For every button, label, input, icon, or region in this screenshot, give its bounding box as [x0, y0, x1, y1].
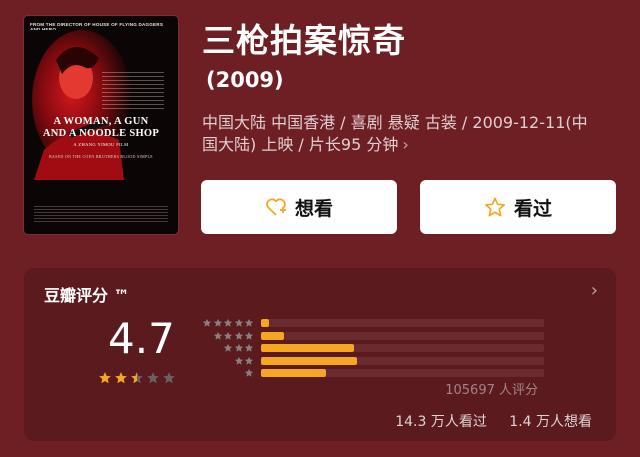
distribution-star-icon — [244, 331, 254, 340]
score-star-icon — [147, 372, 159, 384]
rating-score: 4.7 — [108, 314, 175, 363]
distribution-star-icon — [213, 319, 222, 327]
score-star-icon — [163, 372, 175, 384]
movie-meta-line1: 中国大陆 中国香港 / 喜剧 悬疑 古装 / 2009-12-11(中 — [202, 113, 588, 132]
heart-plus-icon — [266, 198, 286, 216]
poster-quote-block — [102, 72, 164, 112]
douban-rating-card[interactable]: 豆瓣评分 ™ › 4.7 105697 人评分 14.3 万人看过 1.4 万人… — [24, 268, 616, 441]
want-count: 1.4 万人想看 — [509, 414, 592, 430]
movie-title: 三枪拍案惊奇 — [202, 21, 406, 60]
distribution-row-4-star — [198, 330, 544, 343]
poster-tagline: A ZHANG YIMOU FILM — [73, 142, 129, 147]
distribution-stars — [198, 343, 254, 353]
distribution-row-2-star — [198, 355, 544, 368]
poster-title-line2: AND A NOODLE SHOP — [42, 128, 160, 139]
distribution-track — [261, 356, 544, 365]
meta-chevron-icon: › — [402, 135, 409, 154]
distribution-row-5-star — [198, 317, 544, 330]
score-star-icon — [115, 372, 127, 384]
distribution-stars — [198, 368, 254, 378]
score-stars — [98, 371, 176, 385]
distribution-bar — [261, 319, 270, 328]
star-outline-icon — [485, 197, 505, 216]
movie-meta-line2: 国大陆) 上映 / 片长95 分钟 — [202, 135, 399, 154]
distribution-stars — [198, 331, 254, 341]
distribution-star-icon — [223, 344, 233, 352]
score-star-icon — [99, 372, 111, 384]
want-to-watch-label: 想看 — [294, 197, 333, 220]
distribution-row-1-star — [198, 367, 544, 380]
poster-title: A WOMAN, A GUN AND A NOODLE SHOP A ZHANG… — [28, 116, 174, 160]
poster-based-on: BASED ON THE COEN BROTHERS BLOOD SIMPLE — [48, 154, 154, 159]
movie-year: (2009) — [206, 68, 284, 92]
distribution-star-icon — [244, 319, 254, 327]
distribution-bar — [261, 331, 284, 340]
rating-votes: 105697 人评分 — [445, 383, 538, 398]
distribution-star-icon — [244, 344, 254, 352]
distribution-bar — [261, 344, 355, 353]
distribution-star-icon — [234, 331, 243, 340]
distribution-star-icon — [234, 319, 243, 327]
watch-stats: 14.3 万人看过 1.4 万人想看 — [377, 411, 592, 431]
distribution-row-3-star — [198, 342, 544, 355]
distribution-track — [261, 331, 544, 340]
score-star-icon — [131, 372, 143, 384]
seen-count: 14.3 万人看过 — [395, 414, 487, 430]
watched-button[interactable]: 看过 — [420, 180, 616, 234]
distribution-star-icon — [223, 319, 233, 327]
distribution-bar — [261, 356, 358, 365]
rating-chevron-icon[interactable]: › — [591, 280, 598, 301]
rating-distribution — [198, 317, 544, 380]
distribution-bar — [261, 369, 327, 378]
movie-poster[interactable]: FROM THE DIRECTOR OF HOUSE OF FLYING DAG… — [24, 16, 178, 234]
distribution-star-icon — [223, 331, 233, 340]
watched-label: 看过 — [513, 197, 552, 220]
poster-title-line1: A WOMAN, A GUN — [53, 116, 149, 127]
poster-credits-block — [34, 206, 168, 224]
movie-meta[interactable]: 中国大陆 中国香港 / 喜剧 悬疑 古装 / 2009-12-11(中 国大陆)… — [202, 112, 622, 156]
rating-title: 豆瓣评分 ™ — [44, 286, 130, 305]
distribution-track — [261, 344, 544, 353]
distribution-star-icon — [202, 319, 212, 327]
distribution-star-icon — [244, 369, 254, 377]
distribution-star-icon — [234, 344, 243, 352]
distribution-star-icon — [244, 356, 254, 365]
distribution-stars — [198, 356, 254, 366]
want-to-watch-button[interactable]: 想看 — [201, 180, 397, 234]
distribution-star-icon — [213, 331, 222, 340]
distribution-track — [261, 319, 544, 328]
distribution-star-icon — [234, 356, 243, 365]
distribution-track — [261, 369, 544, 378]
distribution-stars — [198, 318, 254, 328]
